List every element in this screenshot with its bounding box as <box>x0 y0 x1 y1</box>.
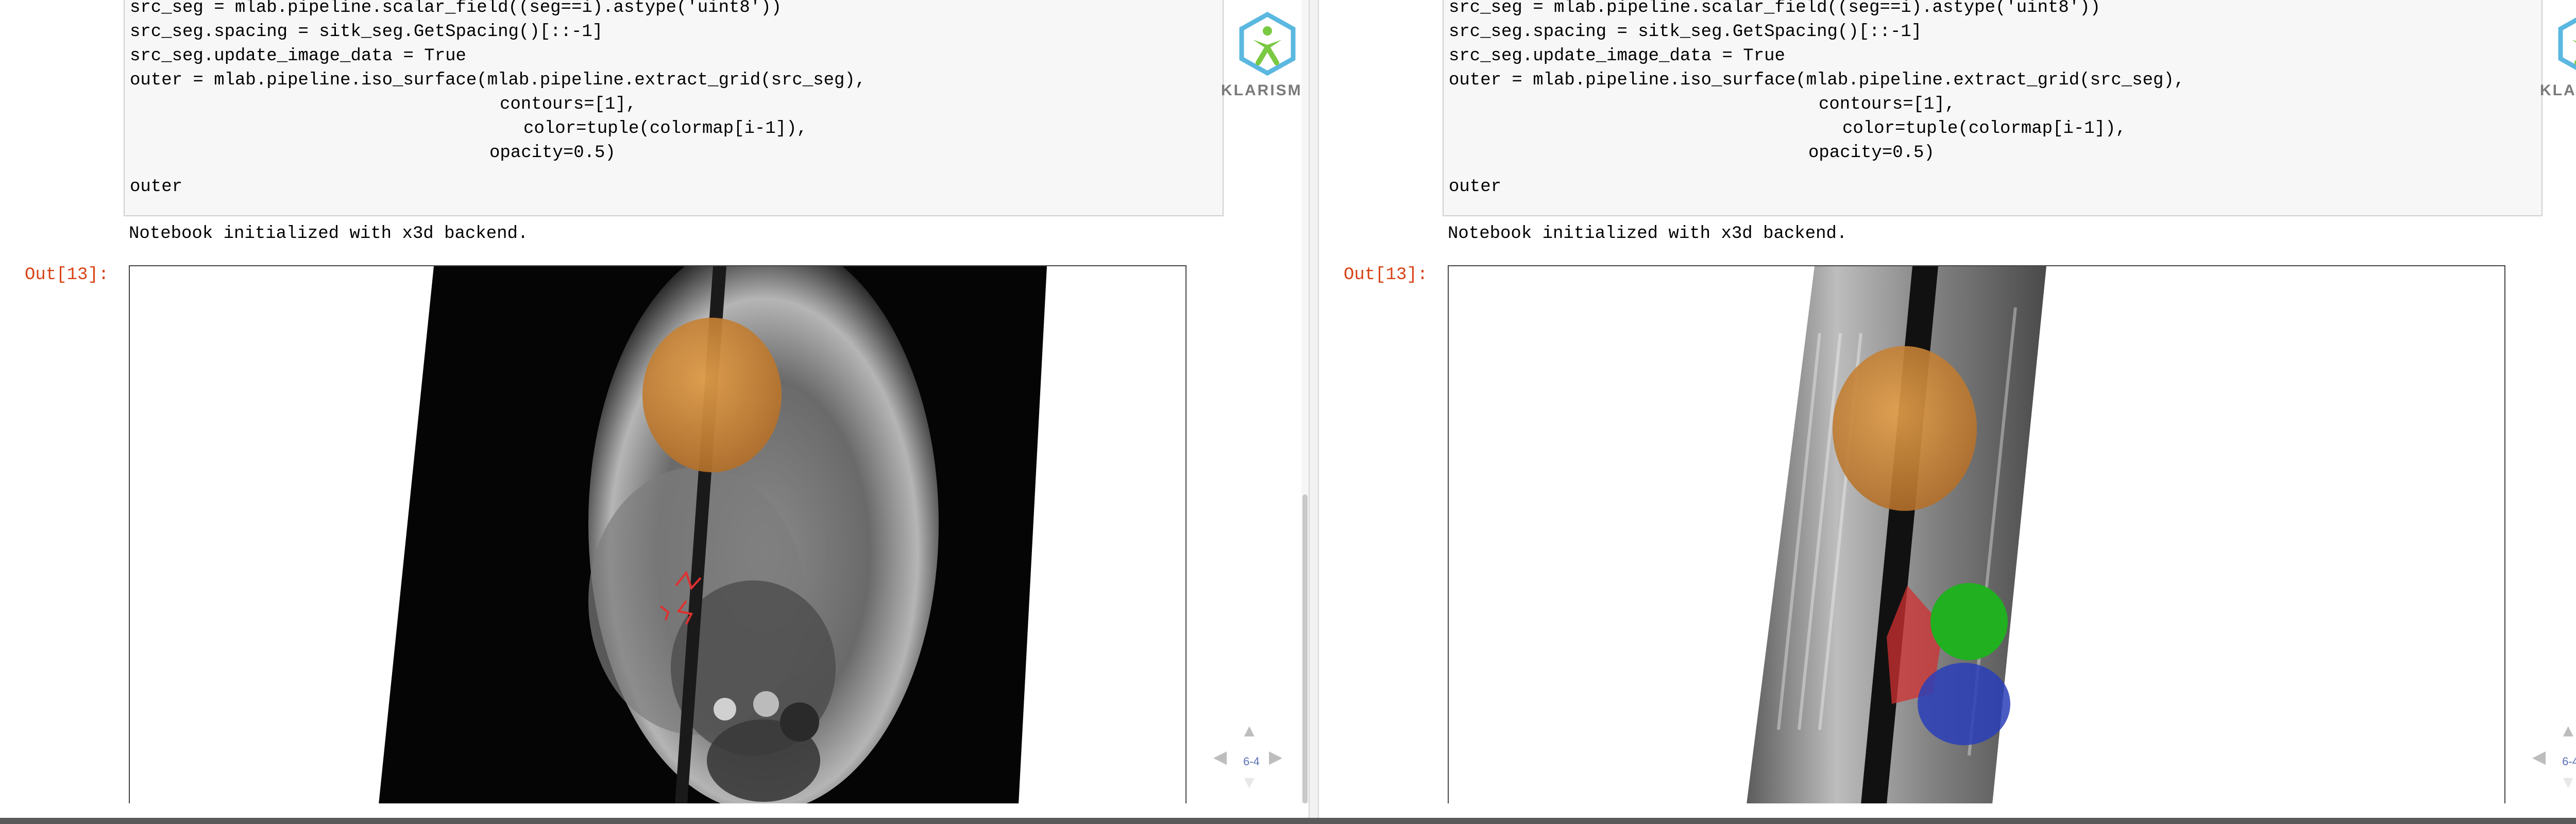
code-line-7: opacity=0.5) <box>489 143 616 163</box>
code-line-4: outer = mlab.pipeline.iso_surface(mlab.p… <box>130 71 866 90</box>
scrollbar[interactable] <box>1301 0 1309 803</box>
code-line-4: outer = mlab.pipeline.iso_surface(mlab.p… <box>1449 71 2185 90</box>
code-line-last: outer <box>1449 177 1502 197</box>
code-block: src_seg = mlab.pipeline.scalar_field((se… <box>130 0 866 165</box>
nav-down-icon[interactable]: ▼ <box>2560 772 2576 793</box>
klarismo-logo-icon <box>2558 18 2576 70</box>
klarismo-logo: KLARISMO <box>1221 11 1309 99</box>
code-line-last: outer <box>130 177 183 197</box>
nav-down-icon[interactable]: ▼ <box>1241 772 1258 793</box>
code-line-3: src_seg.update_image_data = True <box>130 46 466 66</box>
code-line-6: color=tuple(colormap[i-1]), <box>523 119 807 139</box>
nav-up-icon[interactable]: ▲ <box>1241 721 1258 741</box>
code-line-1: src_seg = mlab.pipeline.scalar_field((se… <box>130 0 782 18</box>
mri-render <box>1747 266 2046 803</box>
out-prompt: Out[13]: <box>25 265 109 285</box>
mri-render <box>379 266 1047 803</box>
segment-orange <box>642 318 782 472</box>
code-line-3: src_seg.update_image_data = True <box>1449 46 1785 66</box>
nav-up-icon[interactable]: ▲ <box>2560 721 2576 741</box>
nav-left-icon[interactable]: ◀ <box>1213 747 1227 767</box>
code-line-5: contours=[1], <box>500 95 637 114</box>
x3d-viewer[interactable] <box>1448 265 2505 803</box>
slide-number: 6-4 <box>1243 755 1260 768</box>
klarismo-logo: KLARISMO <box>2540 11 2576 99</box>
nav-left-icon[interactable]: ◀ <box>2532 747 2546 767</box>
code-line-1: src_seg = mlab.pipeline.scalar_field((se… <box>1449 0 2101 18</box>
klarismo-logo-icon <box>1239 11 1296 76</box>
bottom-bar <box>0 818 2576 824</box>
segment-green <box>1930 583 2008 660</box>
code-line-5: contours=[1], <box>1819 95 1956 114</box>
segment-blue <box>1918 663 2010 745</box>
code-line-7: opacity=0.5) <box>1808 143 1935 163</box>
code-block: src_seg = mlab.pipeline.scalar_field((se… <box>1449 0 2184 165</box>
slide-number: 6-4 <box>2562 755 2576 768</box>
notebook-pane-left: src_seg = mlab.pipeline.scalar_field((se… <box>0 0 1309 803</box>
scroll-thumb[interactable] <box>1302 494 1308 803</box>
stream-output: Notebook initialized with x3d backend. <box>1448 224 1848 244</box>
slide-navigation: ▲ ◀ ▶ ▼ 6-4 <box>1213 721 1291 798</box>
notebook-pane-right: src_seg = mlab.pipeline.scalar_field((se… <box>1319 0 2576 803</box>
logo-name: KLARISMO <box>2540 82 2576 99</box>
code-line-2: src_seg.spacing = sitk_seg.GetSpacing()[… <box>1449 22 1922 42</box>
stream-output: Notebook initialized with x3d backend. <box>129 224 529 244</box>
logo-name: KLARISMO <box>1221 82 1309 99</box>
x3d-viewer[interactable] <box>129 265 1187 803</box>
out-prompt: Out[13]: <box>1344 265 1428 285</box>
slide-navigation: ▲ ◀ ▶ ▼ 6-4 <box>2532 721 2576 798</box>
code-cell[interactable]: src_seg = mlab.pipeline.scalar_field((se… <box>1443 0 2543 216</box>
slide-content: src_seg = mlab.pipeline.scalar_field((se… <box>0 0 1231 803</box>
segment-orange <box>1833 346 1977 511</box>
slide-content: src_seg = mlab.pipeline.scalar_field((se… <box>1319 0 2550 803</box>
code-line-6: color=tuple(colormap[i-1]), <box>1842 119 2126 139</box>
code-line-2: src_seg.spacing = sitk_seg.GetSpacing()[… <box>130 22 603 42</box>
code-cell[interactable]: src_seg = mlab.pipeline.scalar_field((se… <box>124 0 1224 216</box>
pane-divider <box>1309 0 1319 824</box>
